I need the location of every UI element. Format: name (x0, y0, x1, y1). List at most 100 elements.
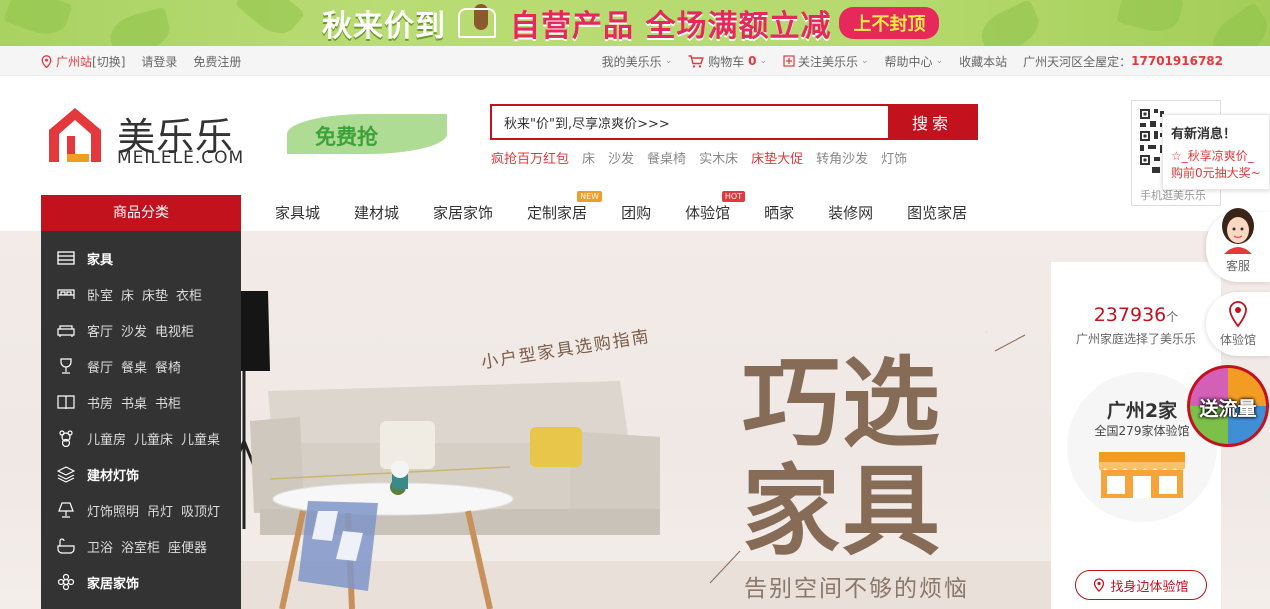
sidebar-subcategory-link[interactable]: 餐椅 (155, 357, 181, 376)
nav-item[interactable]: 晒家 (747, 195, 811, 231)
find-store-button[interactable]: 找身边体验馆 (1075, 570, 1207, 600)
layers-icon (57, 465, 75, 483)
nav-item[interactable]: 家具城 (258, 195, 337, 231)
nav-item-label: 晒家 (764, 204, 795, 222)
sidebar-row[interactable]: 灯饰照明 吊灯 吸顶灯 (57, 498, 228, 522)
sidebar-subcategory-link[interactable]: 衣柜 (176, 285, 202, 304)
hot-keyword[interactable]: 餐桌椅 (647, 148, 686, 167)
nav-item[interactable]: 家居家饰 (416, 195, 510, 231)
sidebar-subcategory-link[interactable]: 床 (121, 285, 134, 304)
hot-badge: HOT (721, 191, 746, 202)
family-count: 237936个 (1051, 304, 1221, 326)
sidebar-subcategory-link[interactable]: 浴室柜 (121, 537, 160, 556)
sidebar-category-head[interactable]: 建材灯饰 (87, 465, 139, 484)
family-count-value: 237936 (1093, 304, 1167, 326)
sidebar-row[interactable]: 餐厅 餐桌 餐椅 (57, 354, 189, 378)
sidebar-subcategory-link[interactable]: 床垫 (142, 285, 168, 304)
switch-city-link[interactable]: [切换] (92, 53, 125, 70)
book-icon (57, 393, 75, 411)
sidebar-row[interactable]: 书房 书桌 书柜 (57, 390, 189, 414)
sidebar-subcategory-link[interactable]: 儿童房 (87, 429, 126, 448)
news-popup[interactable]: 有新消息！ ☆_秋享凉爽价_ 购前0元抽大奖~ (1162, 114, 1270, 190)
sidebar-subcategory-link[interactable]: 卧室 (87, 285, 113, 304)
sidebar-subcategory-link[interactable]: 书房 (87, 393, 113, 412)
help-menu[interactable]: 帮助中心 ⌄ (885, 53, 944, 70)
sidebar-row[interactable]: 儿童房 儿童床 儿童桌 (57, 426, 228, 450)
nav-item[interactable]: 装修网 (811, 195, 890, 231)
sidebar-row[interactable]: 卧室床床垫 衣柜 (57, 282, 210, 306)
hot-keyword[interactable]: 实木床 (699, 148, 738, 167)
flower-icon (57, 573, 75, 591)
sidebar-category-head[interactable]: 家具 (87, 249, 113, 268)
news-line-1: ☆_秋享凉爽价_ (1171, 149, 1254, 163)
hot-keyword[interactable]: 转角沙发 (816, 148, 868, 167)
free-buy-promo[interactable]: 免费抢 (287, 114, 447, 154)
category-sidebar: 家具 卧室床床垫 衣柜 客厅 沙发 电视柜 餐厅 餐桌 餐椅 书房 书桌 书柜 儿童房 儿童床 儿童桌 建材灯… (41, 231, 241, 609)
nav-item-label: 家居家饰 (433, 204, 494, 222)
logo-text-en: MEILELE.COM (117, 148, 245, 168)
experience-label: 体验馆 (1219, 333, 1256, 347)
sidebar-category-head[interactable]: 家居家饰 (87, 573, 139, 592)
login-link[interactable]: 请登录 (141, 53, 177, 70)
nav-item-label: 建材城 (354, 204, 400, 222)
experience-hall-button[interactable]: 体验馆 (1206, 292, 1270, 356)
chevron-down-icon: ⌄ (935, 56, 944, 66)
cart-menu[interactable]: 购物车 0 ⌄ (688, 53, 767, 70)
sidebar-subcategory-link[interactable]: 灯饰照明 (87, 501, 139, 520)
hot-keywords: 疯抢百万红包床沙发 餐桌椅 实木床 床垫大促 转角沙发 灯饰 (491, 148, 920, 167)
nav-item-label: 团购 (621, 204, 652, 222)
free-traffic-wheel[interactable]: 送流量 (1186, 364, 1270, 448)
find-store-label: 找身边体验馆 (1110, 579, 1189, 595)
category-menu-header[interactable]: 商品分类 (41, 195, 241, 231)
search-input[interactable] (492, 106, 888, 138)
nav-item[interactable]: 图览家居 (890, 195, 984, 231)
furniture-icon (57, 249, 75, 267)
delivery-label: 广州天河区全屋定： (1023, 54, 1132, 69)
my-account-menu[interactable]: 我的美乐乐 ⌄ (602, 53, 673, 70)
nav-item[interactable]: 团购 (604, 195, 668, 231)
sidebar-row[interactable]: 家具 (57, 246, 113, 270)
nav-item[interactable]: 体验馆 HOT (668, 191, 747, 231)
sidebar-subcategory-link[interactable]: 座便器 (168, 537, 207, 556)
sidebar-subcategory-link[interactable]: 客厅 (87, 321, 113, 340)
sidebar-subcategory-link[interactable]: 沙发 (121, 321, 147, 340)
location-pin-icon (1094, 578, 1105, 592)
site-logo[interactable]: 美乐乐 MEILELE.COM (45, 104, 245, 168)
sidebar-subcategory-link[interactable]: 餐厅 (87, 357, 113, 376)
sidebar-row[interactable]: 卫浴 浴室柜 座便器 (57, 534, 215, 558)
sidebar-row[interactable]: 客厅 沙发 电视柜 (57, 318, 202, 342)
location[interactable]: 广州站 [切换] (41, 53, 125, 70)
hot-keyword[interactable]: 灯饰 (881, 148, 907, 167)
wine-glass-icon (57, 357, 75, 375)
customer-service-button[interactable]: 客服 (1206, 208, 1270, 282)
sidebar-subcategory-link[interactable]: 吸顶灯 (181, 501, 220, 520)
sidebar-subcategory-link[interactable]: 书桌 (121, 393, 147, 412)
banner-offer: 自营产品 全场满额立减 (510, 9, 832, 44)
sidebar-row[interactable]: 家居家饰 (57, 570, 139, 594)
nav-item[interactable]: 定制家居 NEW (510, 191, 604, 231)
hot-keyword[interactable]: 疯抢百万红包 (491, 148, 569, 167)
search-button[interactable]: 搜索 (888, 106, 976, 138)
follow-menu[interactable]: 关注美乐乐 ⌄ (783, 53, 869, 70)
register-link[interactable]: 免费注册 (193, 53, 241, 70)
sidebar-subcategory-link[interactable]: 卫浴 (87, 537, 113, 556)
hot-keyword[interactable]: 床 (582, 148, 595, 167)
free-buy-label: 免费抢 (315, 125, 378, 149)
sidebar-subcategory-link[interactable]: 餐桌 (121, 357, 147, 376)
nav-item[interactable]: 建材城 (337, 195, 416, 231)
sidebar-subcategory-link[interactable]: 书柜 (155, 393, 181, 412)
teddy-bear-icon (57, 429, 75, 447)
store-icon (1099, 452, 1185, 498)
sidebar-subcategory-link[interactable]: 儿童桌 (181, 429, 220, 448)
favorite-link[interactable]: 收藏本站 (959, 53, 1007, 70)
hot-keyword[interactable]: 床垫大促 (751, 148, 803, 167)
hot-keyword[interactable]: 沙发 (608, 148, 634, 167)
sidebar-subcategory-link[interactable]: 电视柜 (155, 321, 194, 340)
sidebar-subcategory-link[interactable]: 儿童床 (134, 429, 173, 448)
sidebar-subcategory-link[interactable]: 吊灯 (147, 501, 173, 520)
logo-house-icon (49, 108, 101, 162)
nav-item-label: 图览家居 (907, 204, 968, 222)
top-promo-banner[interactable]: 秋来价到 自营产品 全场满额立减 上不封顶 (0, 0, 1270, 46)
sidebar-row[interactable]: 建材灯饰 (57, 462, 139, 486)
hero-guide-text: 小户型家具选购指南 (479, 326, 652, 374)
